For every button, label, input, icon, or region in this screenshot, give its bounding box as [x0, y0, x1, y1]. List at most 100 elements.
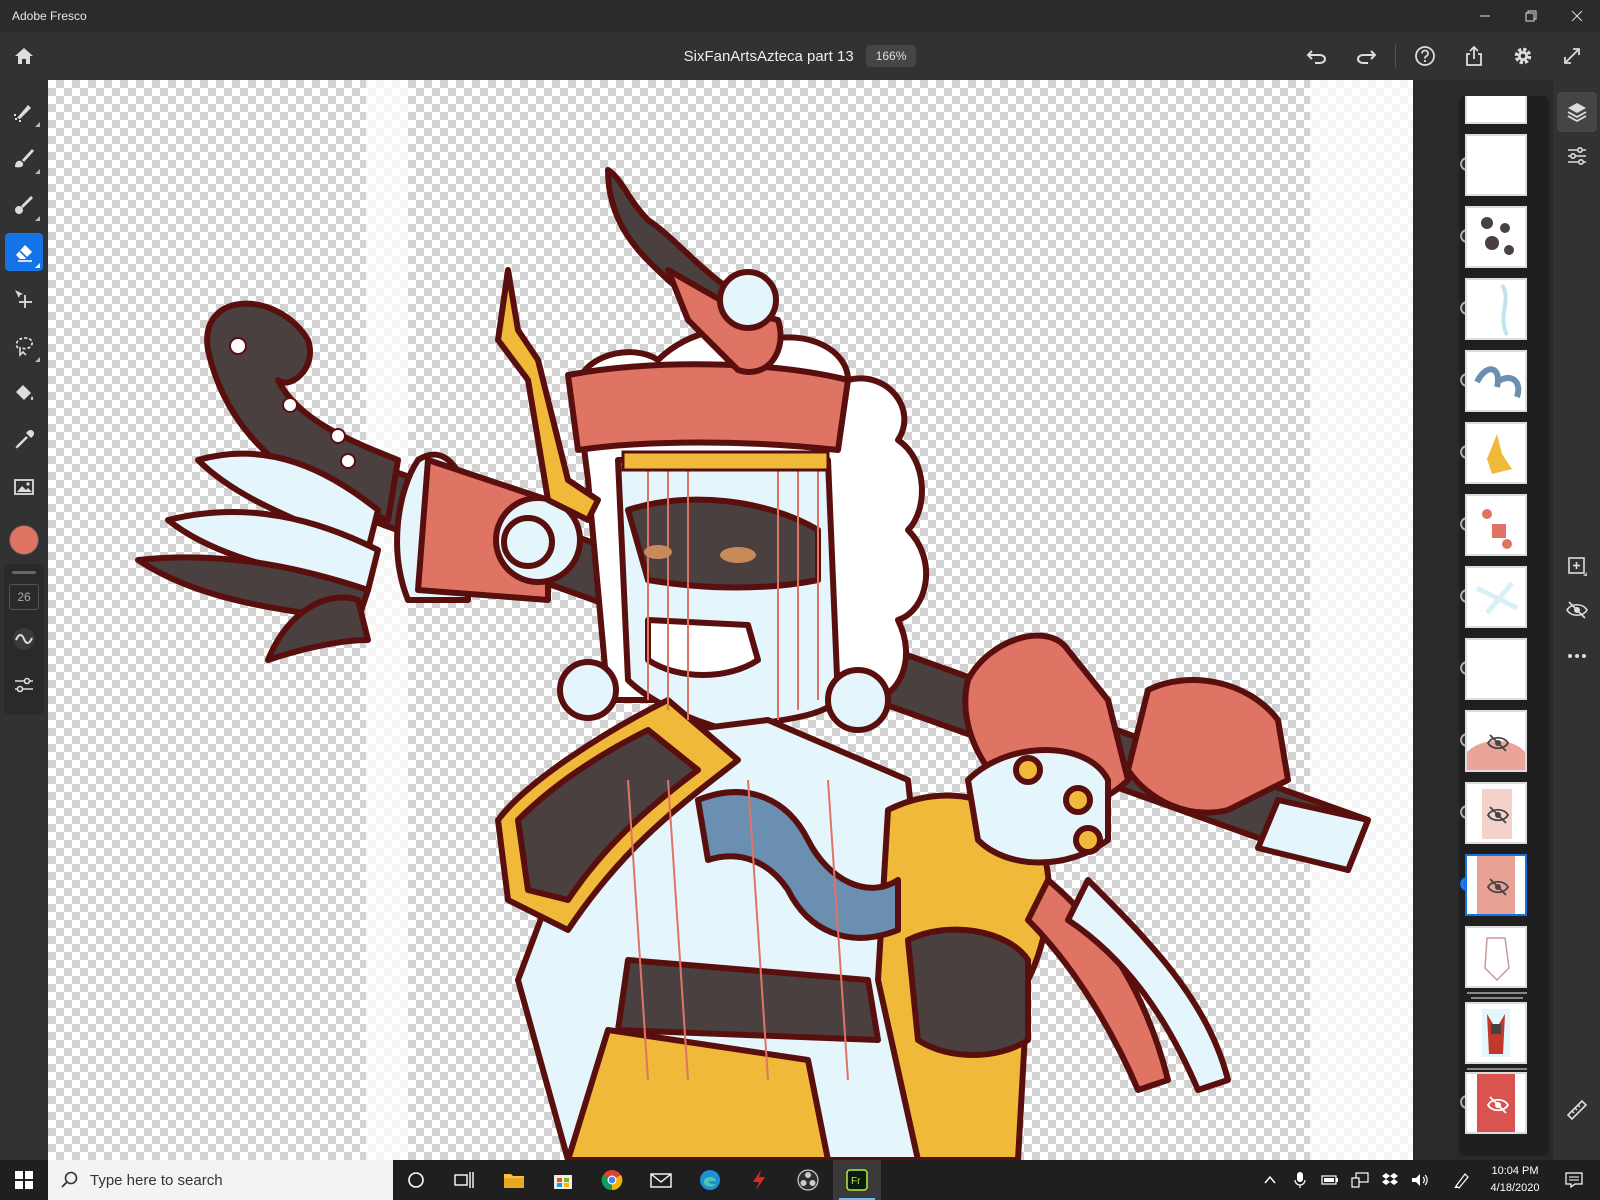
- task-view-icon: [454, 1172, 474, 1188]
- app-button-red[interactable]: [735, 1160, 783, 1200]
- cortana-icon: [408, 1172, 424, 1188]
- search-icon: [61, 1171, 78, 1188]
- restore-button[interactable]: [1508, 0, 1554, 32]
- microphone-icon: [1294, 1172, 1306, 1188]
- smoothing-button[interactable]: [5, 620, 43, 658]
- layer-properties-tab[interactable]: [1557, 136, 1597, 176]
- layer-thumbnail[interactable]: [1465, 278, 1527, 340]
- layer-row[interactable]: [1413, 276, 1553, 342]
- layer-row-hidden[interactable]: [1413, 780, 1553, 846]
- move-icon: [15, 290, 32, 308]
- edge-button[interactable]: [686, 1160, 734, 1200]
- volume-tray[interactable]: [1406, 1160, 1434, 1200]
- more-options-button[interactable]: [1557, 636, 1597, 676]
- add-layer-button[interactable]: [1557, 546, 1597, 586]
- task-view-button[interactable]: [440, 1160, 488, 1200]
- layer-thumbnail[interactable]: [1465, 206, 1527, 268]
- layer-thumbnail[interactable]: [1465, 854, 1527, 916]
- network-tray[interactable]: [1346, 1160, 1374, 1200]
- fullscreen-button[interactable]: [1552, 36, 1592, 76]
- layer-thumbnail[interactable]: [1465, 350, 1527, 412]
- file-explorer-button[interactable]: [490, 1160, 538, 1200]
- vector-brush-tool[interactable]: [5, 186, 43, 224]
- cortana-button[interactable]: [392, 1160, 440, 1200]
- brush-settings-button[interactable]: [5, 666, 43, 704]
- pen-icon: [1454, 1173, 1469, 1189]
- layer-row[interactable]: [1413, 420, 1553, 486]
- layer-thumbnail[interactable]: [1465, 566, 1527, 628]
- layer-thumbnail[interactable]: [1465, 638, 1527, 700]
- color-swatch[interactable]: [9, 525, 39, 555]
- pixel-brush-tool[interactable]: [5, 92, 43, 130]
- show-hidden-icons-button[interactable]: [1256, 1160, 1284, 1200]
- layer-thumbnail[interactable]: [1465, 710, 1527, 772]
- layer-row[interactable]: [1413, 564, 1553, 630]
- undo-button[interactable]: [1297, 36, 1337, 76]
- taskbar-search[interactable]: Type here to search: [48, 1160, 393, 1200]
- drawing-canvas[interactable]: [48, 80, 1413, 1160]
- layer-thumbnail[interactable]: [1465, 926, 1527, 988]
- layer-thumb-partial[interactable]: [1465, 96, 1527, 124]
- minimize-button[interactable]: [1462, 0, 1508, 32]
- layer-thumbnail[interactable]: [1465, 494, 1527, 556]
- layer-row-selected[interactable]: [1413, 852, 1553, 918]
- close-icon: [1571, 10, 1583, 22]
- share-button[interactable]: [1454, 36, 1494, 76]
- minimize-icon: [1480, 15, 1490, 17]
- transform-tool[interactable]: [5, 280, 43, 318]
- help-button[interactable]: [1405, 36, 1445, 76]
- live-brush-tool[interactable]: [5, 139, 43, 177]
- layers-tab[interactable]: [1557, 92, 1597, 132]
- sliders-icon: [15, 677, 33, 693]
- obs-button[interactable]: [784, 1160, 832, 1200]
- layer-row[interactable]: [1413, 492, 1553, 558]
- system-clock[interactable]: 10:04 PM 4/18/2020: [1480, 1163, 1550, 1197]
- hidden-eye-icon: [1486, 1096, 1510, 1114]
- layer-row[interactable]: [1413, 204, 1553, 270]
- notification-icon: [1565, 1172, 1583, 1188]
- start-button[interactable]: [0, 1160, 48, 1200]
- store-button[interactable]: [539, 1160, 587, 1200]
- battery-tray[interactable]: [1316, 1160, 1344, 1200]
- chrome-button[interactable]: [588, 1160, 636, 1200]
- pen-tray[interactable]: [1448, 1160, 1476, 1200]
- brush-size-field[interactable]: 26: [9, 584, 39, 610]
- app-name: Adobe Fresco: [12, 9, 87, 23]
- dropbox-tray[interactable]: [1376, 1160, 1404, 1200]
- mail-button[interactable]: [637, 1160, 685, 1200]
- obs-icon: [797, 1169, 819, 1191]
- eraser-tool[interactable]: [5, 233, 43, 271]
- dropbox-icon: [1382, 1173, 1398, 1185]
- layer-row-hidden[interactable]: [1413, 708, 1553, 774]
- layer-row[interactable]: [1413, 348, 1553, 414]
- layer-thumbnail[interactable]: [1465, 134, 1527, 196]
- layer-row[interactable]: [1413, 924, 1553, 990]
- close-button[interactable]: [1554, 0, 1600, 32]
- place-image-tool[interactable]: [5, 468, 43, 506]
- layer-thumbnail[interactable]: [1465, 1072, 1527, 1134]
- microphone-tray[interactable]: [1286, 1160, 1314, 1200]
- ruler-button[interactable]: [1557, 1090, 1597, 1130]
- tool-options-panel: 26: [4, 564, 44, 714]
- fresco-taskbar-button[interactable]: Fr: [833, 1160, 881, 1200]
- layer-thumbnail[interactable]: [1465, 1002, 1527, 1064]
- layer-row-group[interactable]: [1413, 1000, 1553, 1066]
- layer-row[interactable]: [1413, 132, 1553, 198]
- size-indicator: [12, 571, 36, 574]
- toggle-visibility-button[interactable]: [1557, 590, 1597, 630]
- settings-button[interactable]: [1503, 36, 1543, 76]
- document-title[interactable]: SixFanArtsAzteca part 13: [684, 48, 854, 65]
- layer-row-hidden[interactable]: [1413, 1070, 1553, 1136]
- eyedropper-tool[interactable]: [5, 421, 43, 459]
- layer-row[interactable]: [1413, 636, 1553, 702]
- lightning-app-icon: [753, 1170, 765, 1190]
- action-center-button[interactable]: [1560, 1160, 1588, 1200]
- lasso-select-tool[interactable]: [5, 327, 43, 365]
- redo-button[interactable]: [1346, 36, 1386, 76]
- home-button[interactable]: [8, 40, 40, 72]
- fill-tool[interactable]: [5, 374, 43, 412]
- zoom-level[interactable]: 166%: [865, 45, 917, 67]
- chevron-up-icon: [1264, 1175, 1276, 1184]
- layer-thumbnail[interactable]: [1465, 422, 1527, 484]
- layer-thumbnail[interactable]: [1465, 782, 1527, 844]
